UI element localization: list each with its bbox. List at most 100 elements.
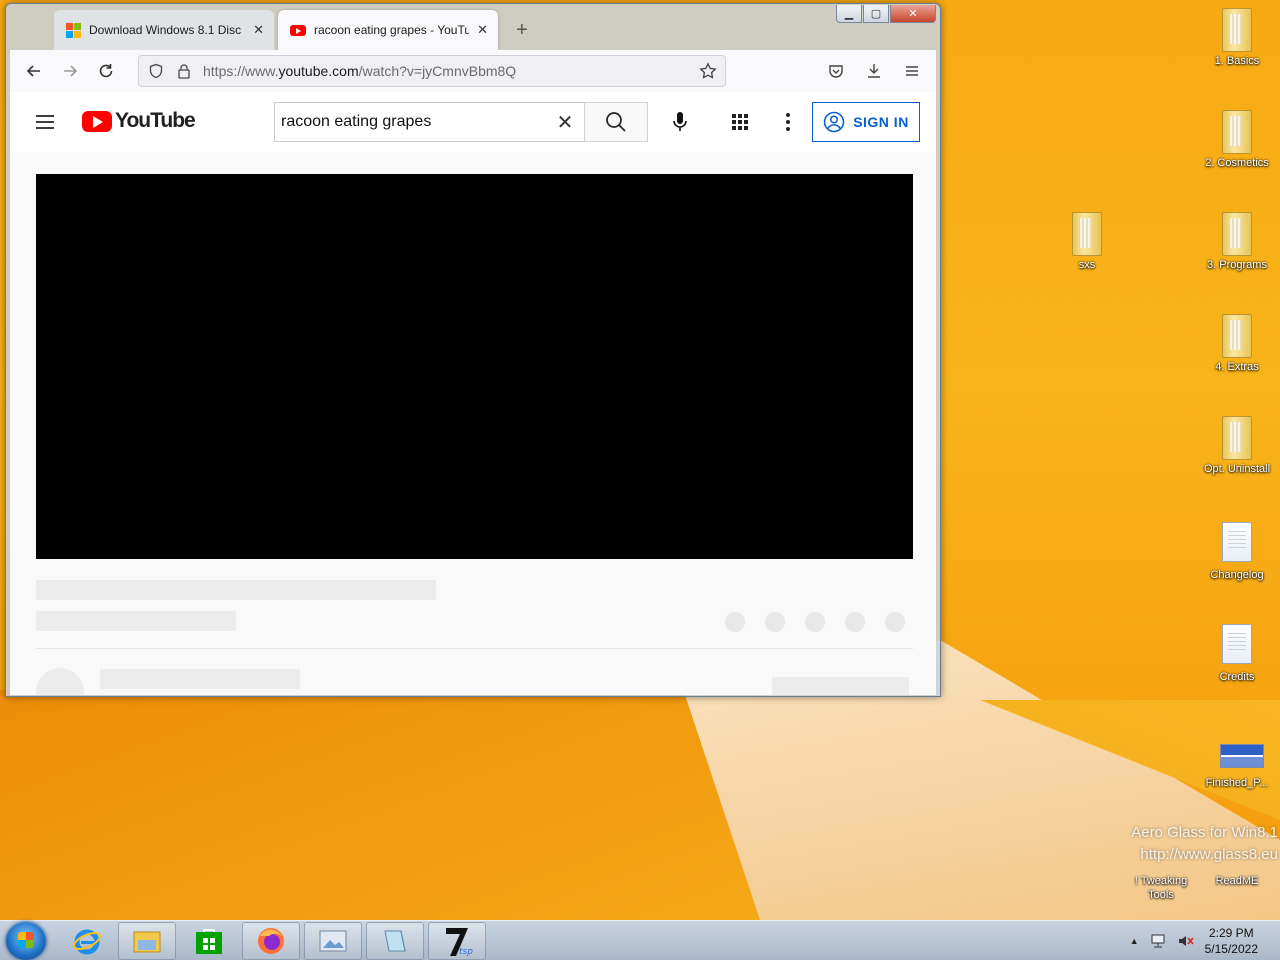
search-button[interactable] (584, 102, 648, 142)
desktop-icon-finished[interactable]: Finished_P... (1198, 738, 1276, 790)
folder-icon (1222, 416, 1252, 460)
pocket-icon (829, 65, 843, 78)
microsoft-logo-icon (66, 22, 81, 38)
desktop-icon-sxs[interactable]: sxs (1048, 212, 1126, 272)
desktop-icon-changelog[interactable]: Changelog (1198, 522, 1276, 582)
desktop-icon-basics[interactable]: 1. Basics (1198, 8, 1276, 68)
clock[interactable]: 2:29 PM 5/15/2022 (1205, 925, 1258, 957)
taskbar-notepad[interactable] (366, 922, 424, 960)
subscribe-placeholder (772, 677, 909, 695)
download-icon (868, 64, 880, 78)
bookmark-star-icon[interactable] (699, 62, 717, 80)
youtube-favicon-icon (290, 24, 306, 36)
text-file-icon (1222, 624, 1252, 664)
taskbar-firefox[interactable] (242, 922, 300, 960)
svg-text:tsp: tsp (459, 947, 473, 957)
image-file-icon (1220, 744, 1264, 768)
aero-glass-watermark: Aero Glass for Win8.1 http://www.glass8.… (1131, 824, 1278, 863)
action-placeholder (805, 612, 825, 632)
picture-viewer-icon (319, 930, 347, 952)
avatar-placeholder (36, 668, 84, 695)
lock-icon[interactable] (175, 63, 193, 79)
settings-more-button[interactable] (772, 106, 804, 138)
desktop-icon-opt-uninstall[interactable]: Opt. Uninstall (1198, 416, 1276, 476)
notepad-icon (384, 930, 406, 952)
seven-tsp-icon: tsp (446, 928, 473, 957)
taskbar-image-viewer[interactable] (304, 922, 362, 960)
meta-placeholder (36, 611, 236, 631)
search-input[interactable] (281, 113, 552, 131)
store-icon (196, 929, 222, 954)
taskbar: tsp ▲ 2:29 PM 5/15/2022 (0, 920, 1280, 960)
downloads-button[interactable] (856, 55, 892, 87)
tab-youtube[interactable]: racoon eating grapes - YouTube ✕ (278, 10, 498, 50)
action-placeholder (845, 612, 865, 632)
sign-in-button[interactable]: SIGN IN (812, 102, 920, 142)
pocket-button[interactable] (818, 55, 854, 87)
folder-icon (1222, 8, 1252, 52)
microphone-icon (673, 112, 687, 131)
network-icon[interactable] (1149, 933, 1167, 949)
hamburger-menu-icon (906, 66, 918, 76)
taskbar-internet-explorer[interactable] (58, 922, 116, 960)
divider-placeholder (36, 648, 913, 649)
title-placeholder (36, 580, 436, 600)
apps-grid-icon (732, 114, 748, 130)
youtube-play-logo-icon (82, 110, 112, 132)
address-bar[interactable]: https://www.youtube.com/watch?v=jyCmnvBb… (138, 55, 726, 87)
video-player[interactable] (36, 174, 913, 559)
folder-icon (133, 931, 161, 953)
reload-icon (99, 64, 113, 78)
youtube-logo[interactable]: YouTube (82, 109, 196, 133)
maximize-button[interactable]: ▢ (863, 5, 889, 23)
volume-muted-icon[interactable] (1177, 933, 1195, 949)
guide-menu-button[interactable] (32, 109, 58, 135)
desktop-icon-extras[interactable]: 4. Extras (1198, 314, 1276, 374)
forward-button[interactable] (52, 55, 88, 87)
desktop-icon-tweaking-tools[interactable]: ! Tweaking Tools (1122, 874, 1200, 902)
toolbar-right (818, 55, 930, 87)
tab-title: Download Windows 8.1 Disc Im (89, 23, 246, 37)
clear-search-icon[interactable]: ✕ (552, 110, 578, 135)
show-hidden-icons-button[interactable]: ▲ (1130, 936, 1139, 946)
desktop-icon-cosmetics[interactable]: 2. Cosmetics (1198, 110, 1276, 170)
folder-icon (1222, 314, 1252, 358)
taskbar-store[interactable] (180, 922, 238, 960)
hamburger-menu-icon (36, 115, 54, 129)
window-controls: ▁ ▢ ✕ (836, 5, 936, 23)
search-box: ✕ (274, 102, 584, 142)
browser-window: ▁ ▢ ✕ Download Windows 8.1 Disc Im ✕ rac… (5, 3, 941, 697)
tab-windows-download[interactable]: Download Windows 8.1 Disc Im ✕ (54, 10, 274, 50)
app-menu-button[interactable] (894, 55, 930, 87)
taskbar-7tsp[interactable]: tsp (428, 922, 486, 960)
taskbar-file-explorer[interactable] (118, 922, 176, 960)
back-button[interactable] (16, 55, 52, 87)
internet-explorer-icon (73, 929, 101, 955)
tab-strip: Download Windows 8.1 Disc Im ✕ racoon ea… (10, 10, 850, 50)
navigation-toolbar: https://www.youtube.com/watch?v=jyCmnvBb… (10, 50, 936, 92)
close-window-button[interactable]: ✕ (890, 5, 936, 23)
account-circle-icon (823, 111, 845, 133)
reload-button[interactable] (88, 55, 124, 87)
arrow-left-icon (26, 65, 40, 77)
desktop-icon-readme[interactable]: ReadME (1198, 874, 1276, 888)
shield-icon[interactable] (147, 63, 165, 79)
start-button[interactable] (6, 922, 46, 960)
clock-date: 5/15/2022 (1204, 942, 1258, 956)
youtube-apps-button[interactable] (724, 106, 756, 138)
clock-time: 2:29 PM (1208, 926, 1254, 940)
action-placeholder (725, 612, 745, 632)
url-text: https://www.youtube.com/watch?v=jyCmnvBb… (203, 63, 517, 79)
voice-search-button[interactable] (664, 106, 696, 138)
sign-in-label: SIGN IN (853, 114, 909, 130)
system-tray: ▲ 2:29 PM 5/15/2022 (1130, 921, 1280, 960)
tab-close-icon[interactable]: ✕ (253, 22, 264, 38)
firefox-icon (258, 928, 284, 954)
new-tab-button[interactable]: + (516, 10, 528, 50)
desktop-icon-programs[interactable]: 3. Programs (1198, 212, 1276, 272)
desktop-icon-credits[interactable]: Credits (1198, 624, 1276, 684)
folder-icon (1072, 212, 1102, 256)
tab-close-icon[interactable]: ✕ (477, 22, 488, 38)
text-file-icon (1222, 522, 1252, 562)
action-placeholder (885, 612, 905, 632)
